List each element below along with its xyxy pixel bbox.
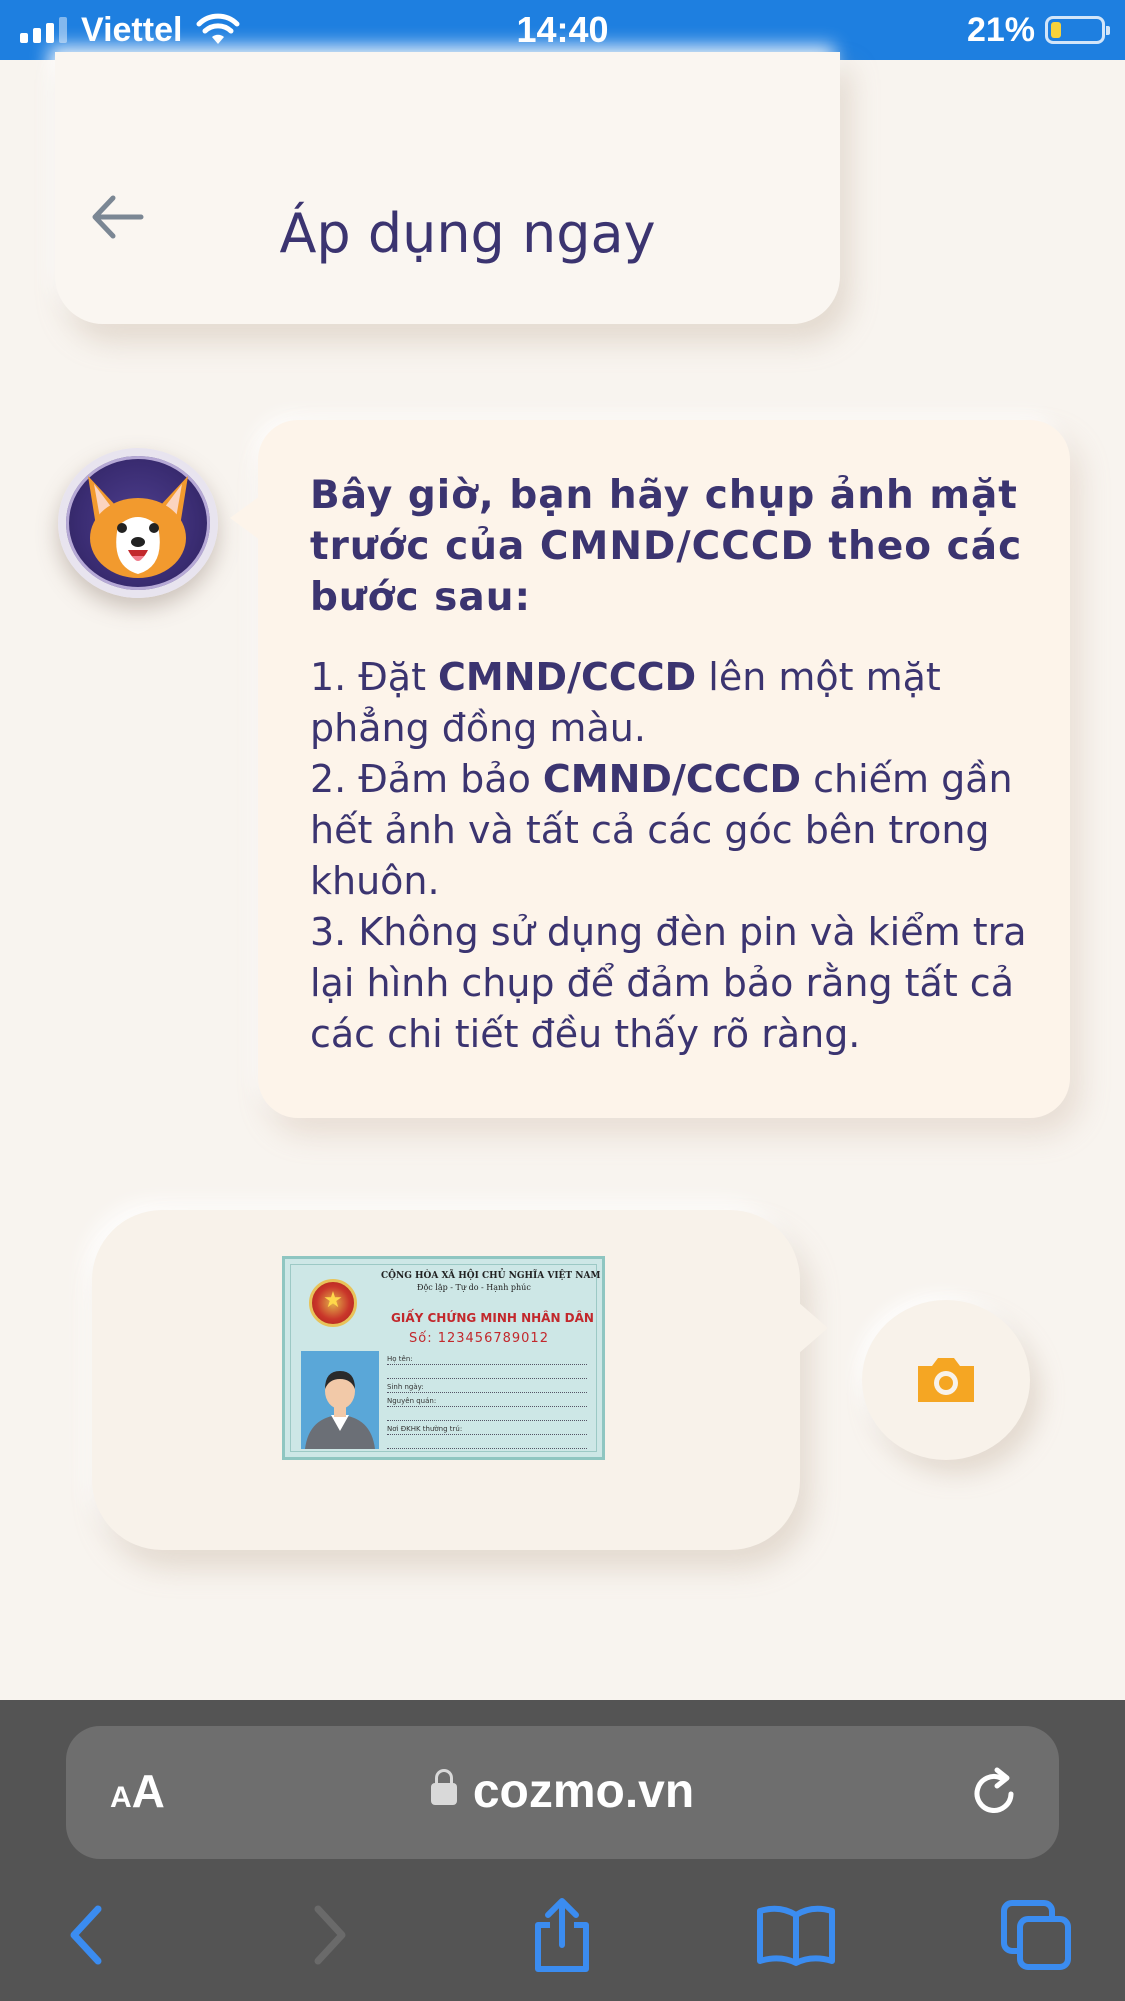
id-card-motto: Độc lập - Tự do - Hạnh phúc xyxy=(417,1283,531,1292)
step-2: 2. Đảm bảo CMND/CCCD chiếm gần hết ảnh v… xyxy=(310,757,1013,903)
book-icon xyxy=(757,1905,835,1966)
tabs-button[interactable] xyxy=(996,1895,1076,1975)
share-icon xyxy=(535,1898,589,1972)
bookmarks-button[interactable] xyxy=(756,1895,836,1975)
camera-icon xyxy=(918,1358,974,1402)
id-field xyxy=(387,1411,587,1421)
id-field: Họ tên: xyxy=(387,1355,587,1365)
url-display[interactable]: cozmo.vn xyxy=(66,1764,1059,1819)
id-field xyxy=(387,1369,587,1379)
corgi-icon xyxy=(88,476,188,578)
browser-forward-button[interactable] xyxy=(290,1895,370,1975)
status-right: 21% xyxy=(966,8,1110,52)
id-card-number: Số: 123456789012 xyxy=(409,1331,549,1346)
id-field: Nguyên quán: xyxy=(387,1397,587,1407)
portrait-icon xyxy=(301,1351,379,1449)
message-steps: 1. Đặt CMND/CCCD lên một mặt phẳng đồng … xyxy=(310,652,1040,1060)
id-field: Nơi ĐKHK thường trú: xyxy=(387,1425,587,1435)
browser-nav-row xyxy=(0,1895,1125,1975)
id-card-sample-image: CỘNG HÒA XÃ HỘI CHỦ NGHĨA VIỆT NAM Độc l… xyxy=(282,1256,605,1460)
battery-icon xyxy=(1045,16,1110,44)
camera-button[interactable] xyxy=(862,1300,1030,1460)
lock-icon xyxy=(430,1769,457,1805)
chevron-left-icon xyxy=(70,1905,102,1965)
id-card-title: GIẤY CHỨNG MINH NHÂN DÂN xyxy=(391,1311,594,1325)
id-upload-card[interactable]: CỘNG HÒA XÃ HỘI CHỦ NGHĨA VIỆT NAM Độc l… xyxy=(92,1210,828,1550)
id-card-header: CỘNG HÒA XÃ HỘI CHỦ NGHĨA VIỆT NAM xyxy=(381,1271,601,1281)
header-card: Áp dụng ngay xyxy=(55,52,840,324)
tabs-icon xyxy=(1001,1900,1071,1970)
corgi-avatar xyxy=(58,448,218,598)
status-bar: Viettel 14:40 21% xyxy=(0,0,1125,60)
step-3: 3. Không sử dụng đèn pin và kiểm tra lại… xyxy=(310,910,1027,1056)
page-title: Áp dụng ngay xyxy=(279,202,656,265)
address-bar[interactable]: AA cozmo.vn xyxy=(66,1726,1059,1859)
national-emblem-icon xyxy=(309,1279,357,1327)
share-button[interactable] xyxy=(522,1895,602,1975)
reload-icon[interactable] xyxy=(967,1764,1023,1820)
browser-toolbar: AA cozmo.vn xyxy=(0,1700,1125,2001)
message-heading: Bây giờ, bạn hãy chụp ảnh mặt trước của … xyxy=(310,473,1023,620)
browser-back-button[interactable] xyxy=(46,1895,126,1975)
bot-message-bubble: Bây giờ, bạn hãy chụp ảnh mặt trước của … xyxy=(230,420,1070,1118)
step-1: 1. Đặt CMND/CCCD lên một mặt phẳng đồng … xyxy=(310,655,941,750)
status-time: 14:40 xyxy=(516,9,609,50)
id-field: Sinh ngày: xyxy=(387,1383,587,1393)
id-field xyxy=(387,1439,587,1449)
battery-percent: 21% xyxy=(966,10,1035,49)
chevron-right-icon xyxy=(314,1905,346,1965)
